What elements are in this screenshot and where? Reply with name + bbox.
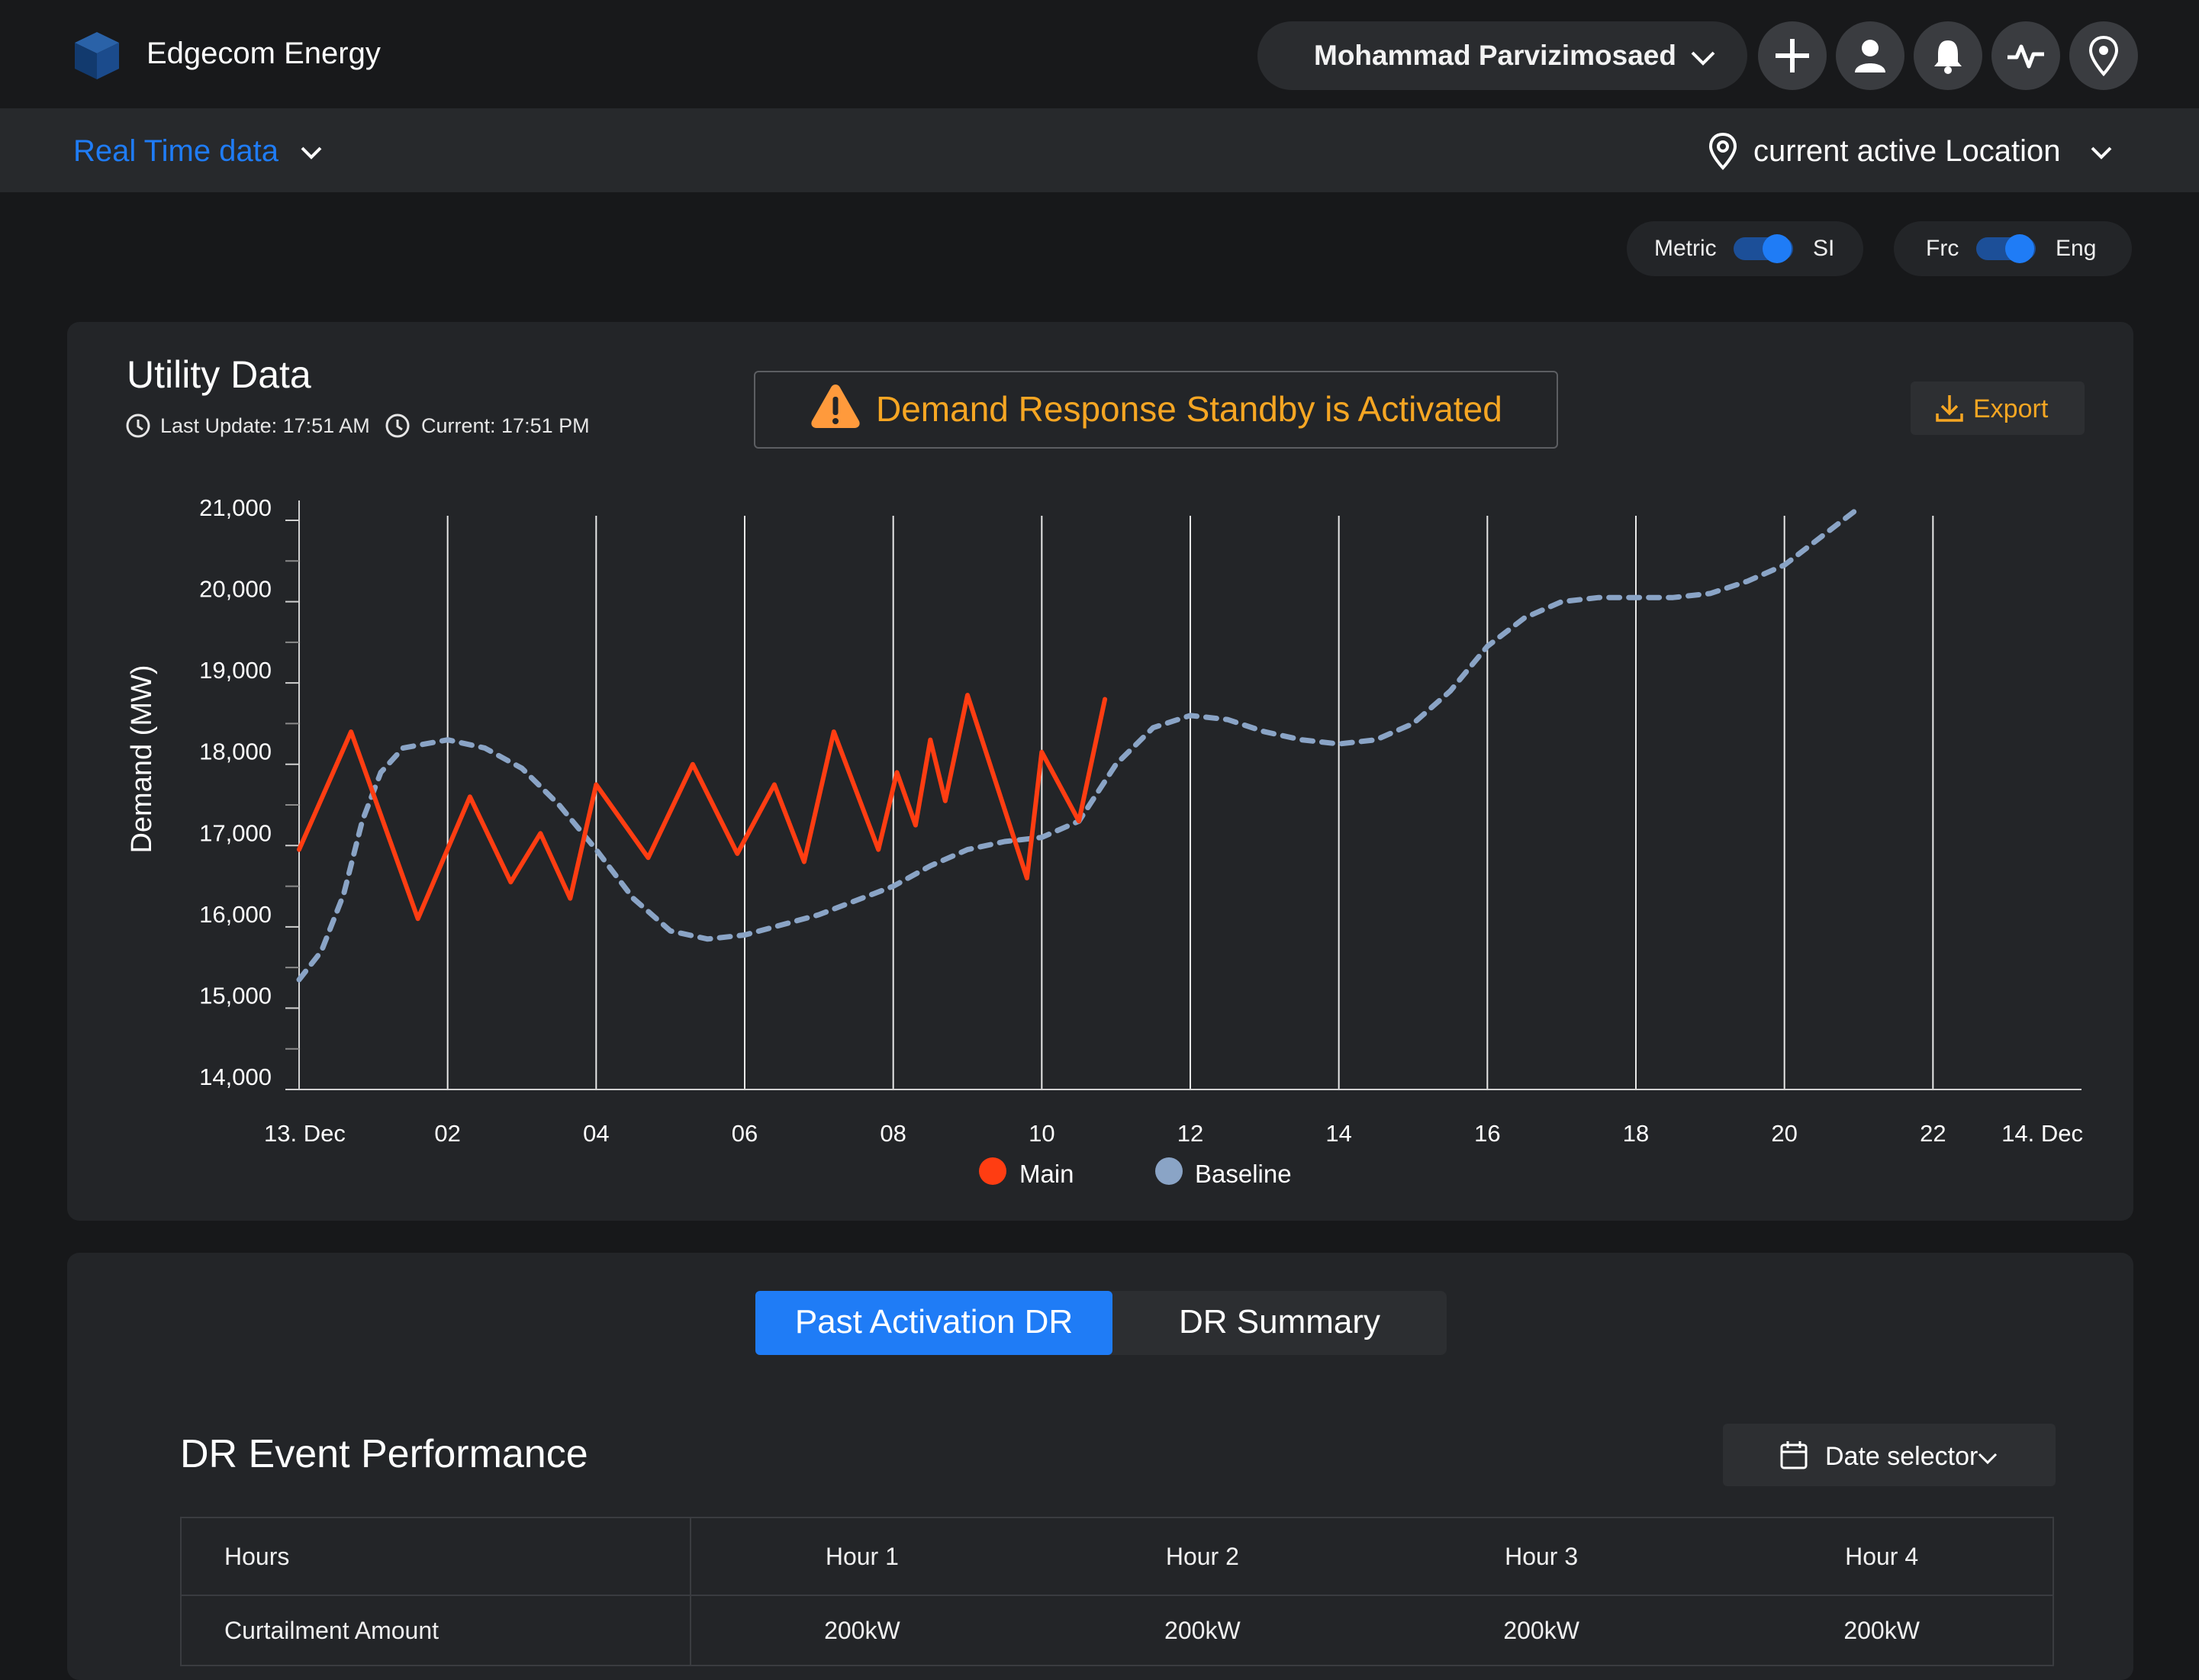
toggle-label-metric: Metric xyxy=(1654,236,1717,261)
location-pin-icon xyxy=(1708,132,1737,170)
plus-icon xyxy=(1776,39,1809,72)
utility-data-card xyxy=(67,322,2133,1221)
location-button[interactable] xyxy=(2069,21,2138,90)
section-title: DR Event Performance xyxy=(180,1432,588,1476)
chevron-down-icon[interactable] xyxy=(2086,137,2117,168)
toggle-label-frc: Frc xyxy=(1926,236,1959,261)
toggle-label-eng: Eng xyxy=(2056,236,2097,261)
location-pin-icon xyxy=(2088,35,2119,76)
table-cell: 200kW xyxy=(1032,1595,1372,1666)
card-title: Utility Data xyxy=(127,353,311,396)
tab-label-past-activation: Past Activation DR xyxy=(794,1303,1074,1340)
chevron-down-icon xyxy=(1691,51,1715,66)
table-cell: 200kW xyxy=(1371,1595,1711,1666)
add-button[interactable] xyxy=(1758,21,1827,90)
download-icon xyxy=(1936,395,1963,422)
user-name-label: Mohammad Parvizimosaed xyxy=(1314,40,1676,71)
table-cell: 200kW xyxy=(690,1595,1033,1666)
current-time-text: Current: 17:51 PM xyxy=(421,414,590,437)
profile-button[interactable] xyxy=(1836,21,1904,90)
clock-icon xyxy=(126,414,150,438)
table-header-cell: Hour 4 xyxy=(1711,1517,2054,1596)
location-selector-dropdown[interactable]: current active Location xyxy=(1753,134,2060,169)
warning-icon xyxy=(811,385,860,428)
clock-icon xyxy=(385,414,410,438)
bell-icon xyxy=(1934,40,1962,74)
chevron-down-icon xyxy=(1978,1453,1998,1465)
activity-icon xyxy=(2007,44,2044,69)
table-cell: 200kW xyxy=(1711,1595,2054,1666)
date-selector-label: Date selector xyxy=(1825,1442,1978,1471)
language-toggle-knob[interactable] xyxy=(2005,234,2034,263)
cube-logo-icon xyxy=(75,32,119,79)
view-selector-dropdown[interactable]: Real Time data xyxy=(73,134,278,169)
notifications-button[interactable] xyxy=(1914,21,1982,90)
table-row: Curtailment Amount 200kW 200kW 200kW 200… xyxy=(180,1595,2054,1666)
user-icon xyxy=(1855,40,1885,72)
last-update-text: Last Update: 17:51 AM xyxy=(160,414,370,437)
chevron-down-icon[interactable] xyxy=(296,137,327,168)
calendar-icon xyxy=(1780,1441,1808,1469)
table-header-cell: Hour 3 xyxy=(1371,1517,1711,1596)
table-header-cell: Hour 2 xyxy=(1032,1517,1372,1596)
table-cell: Curtailment Amount xyxy=(180,1595,691,1666)
tab-dr-summary[interactable]: DR Summary xyxy=(1112,1303,1447,1341)
table-header-cell: Hour 1 xyxy=(690,1517,1033,1596)
activity-button[interactable] xyxy=(1991,21,2060,90)
alert-message: Demand Response Standby is Activated xyxy=(876,389,1502,429)
unit-toggle-knob[interactable] xyxy=(1763,234,1792,263)
toggle-label-si: SI xyxy=(1813,236,1835,261)
table-header-row: Hours Hour 1 Hour 2 Hour 3 Hour 4 xyxy=(180,1517,2054,1596)
export-label: Export xyxy=(1973,394,2049,423)
table-header-cell: Hours xyxy=(180,1517,691,1596)
brand-name: Edgecom Energy xyxy=(146,37,381,70)
dr-performance-table: Hours Hour 1 Hour 2 Hour 3 Hour 4 Curtai… xyxy=(180,1517,2054,1666)
